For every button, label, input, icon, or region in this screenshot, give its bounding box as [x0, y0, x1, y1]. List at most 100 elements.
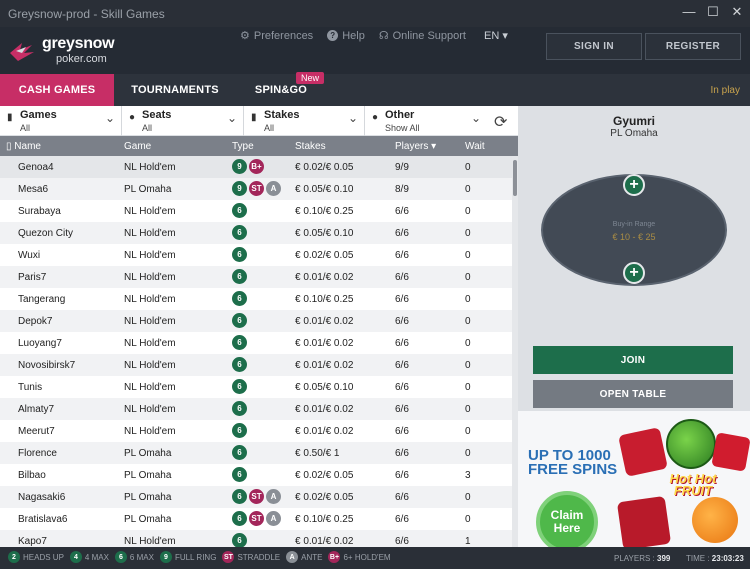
row-game: NL Hold'em: [124, 206, 176, 217]
table-row[interactable]: Kapo7 NL Hold'em 6 € 0.01/€ 0.02 6/6 1: [0, 530, 512, 547]
table-row[interactable]: Tunis NL Hold'em 6 € 0.05/€ 0.10 6/6 0: [0, 376, 512, 398]
row-wait: 0: [465, 514, 471, 525]
row-name: Meerut7: [18, 426, 55, 437]
table-row[interactable]: Mesa6 PL Omaha 9 ST A € 0.05/€ 0.10 8/9 0: [0, 178, 512, 200]
type-badge: 6: [232, 247, 247, 262]
row-players: 6/6: [395, 294, 409, 305]
maximize-icon[interactable]: ☐: [706, 4, 720, 20]
row-wait: 0: [465, 492, 471, 503]
nav-label: Preferences: [253, 29, 314, 42]
row-game: NL Hold'em: [124, 426, 176, 437]
open-table-button[interactable]: OPEN TABLE: [533, 380, 733, 408]
nav-online-support[interactable]: ☊ Online Support: [379, 29, 466, 43]
legend-item: 66 MAX: [114, 551, 154, 563]
players-label: PLAYERS :: [614, 554, 655, 563]
type-badge: ST: [249, 181, 264, 196]
empty-seat-plus-icon[interactable]: +: [623, 174, 645, 196]
row-type-badges: 6: [232, 269, 247, 284]
selected-table-name: Gyumri: [612, 114, 655, 128]
table-row[interactable]: Novosibirsk7 NL Hold'em 6 € 0.01/€ 0.02 6/6 0: [0, 354, 512, 376]
row-type-badges: 6: [232, 203, 247, 218]
row-type-badges: 6: [232, 423, 247, 438]
minimize-icon[interactable]: —: [682, 4, 696, 20]
promo-banner[interactable]: UP TO 1000 FREE SPINS Claim Here Hot Hot…: [518, 411, 750, 547]
chevron-down-icon: ⌄: [226, 111, 237, 125]
legend-badge: 4: [69, 551, 82, 563]
type-badge: A: [266, 489, 281, 504]
in-play-link[interactable]: In play: [711, 85, 740, 96]
register-button[interactable]: REGISTER: [645, 33, 741, 60]
row-wait: 0: [465, 338, 471, 349]
row-name: Tangerang: [18, 294, 66, 305]
type-badge: 9: [232, 181, 247, 196]
tab-tournaments[interactable]: TOURNAMENTS: [120, 74, 230, 106]
row-wait: 0: [465, 382, 471, 393]
row-game: NL Hold'em: [124, 316, 176, 327]
row-wait: 0: [465, 360, 471, 371]
window-titlebar: Greysnow-prod - Skill Games — ☐ ✕: [0, 0, 750, 27]
row-type-badges: 6: [232, 335, 247, 350]
row-game: NL Hold'em: [124, 272, 176, 283]
col-game-header[interactable]: Game: [124, 141, 151, 152]
col-stakes-header[interactable]: Stakes: [295, 141, 326, 152]
empty-seat-plus-icon[interactable]: +: [623, 262, 645, 284]
table-row[interactable]: Genoa4 NL Hold'em 9 B+ € 0.02/€ 0.05 9/9 0: [0, 156, 512, 178]
filter-label: Other: [385, 109, 415, 121]
filter-games[interactable]: ▮ Games All ⌄: [0, 106, 122, 136]
table-row[interactable]: Bratislava6 PL Omaha 6 ST A € 0.10/€ 0.25 6/6 0: [0, 508, 512, 530]
row-stakes: € 0.01/€ 0.02: [295, 316, 354, 327]
cherry-block-icon: [618, 427, 668, 477]
table-row[interactable]: Almaty7 NL Hold'em 6 € 0.01/€ 0.02 6/6 0: [0, 398, 512, 420]
legend-label: STRADDLE: [237, 552, 281, 562]
chips-icon: ▮: [251, 112, 257, 123]
refresh-icon[interactable]: ⟳: [494, 112, 507, 132]
row-type-badges: 6: [232, 291, 247, 306]
col-players-header[interactable]: Players ▾: [395, 141, 436, 152]
table-row[interactable]: Florence PL Omaha 6 € 0.50/€ 1 6/6 0: [0, 442, 512, 464]
row-name: Kapo7: [18, 536, 47, 547]
row-stakes: € 0.10/€ 0.25: [295, 206, 354, 217]
table-row[interactable]: Wuxi NL Hold'em 6 € 0.02/€ 0.05 6/6 0: [0, 244, 512, 266]
row-type-badges: 6: [232, 401, 247, 416]
legend-label: ANTE: [301, 552, 323, 562]
table-row[interactable]: Nagasaki6 PL Omaha 6 ST A € 0.02/€ 0.05 6/6 0: [0, 486, 512, 508]
table-row[interactable]: Depok7 NL Hold'em 6 € 0.01/€ 0.02 6/6 0: [0, 310, 512, 332]
type-badge: A: [266, 181, 281, 196]
filter-other[interactable]: ● Other Show All ⌄: [365, 106, 487, 136]
col-type-header[interactable]: Type: [232, 141, 254, 152]
language-selector[interactable]: EN ▾: [484, 29, 508, 42]
nav-help[interactable]: ? Help: [327, 29, 365, 42]
person-icon: ●: [129, 112, 136, 123]
legend-badge: 2: [8, 551, 20, 563]
scrollbar-thumb[interactable]: [513, 160, 517, 196]
row-game: PL Omaha: [124, 514, 172, 525]
tab-cash-games[interactable]: CASH GAMES: [0, 74, 114, 106]
join-button[interactable]: JOIN: [533, 346, 733, 374]
type-badge: ST: [249, 489, 264, 504]
row-game: NL Hold'em: [124, 294, 176, 305]
table-row[interactable]: Surabaya NL Hold'em 6 € 0.10/€ 0.25 6/6 0: [0, 200, 512, 222]
row-type-badges: 9 B+: [232, 159, 264, 174]
row-name: Quezon City: [18, 228, 74, 239]
row-wait: 0: [465, 316, 471, 327]
col-name-header[interactable]: ▯ Name: [6, 141, 41, 152]
col-wait-header[interactable]: Wait: [465, 141, 485, 152]
table-row[interactable]: Quezon City NL Hold'em 6 € 0.05/€ 0.10 6/6 0: [0, 222, 512, 244]
row-name: Surabaya: [18, 206, 61, 217]
sign-in-button[interactable]: SIGN IN: [546, 33, 642, 60]
filter-stakes[interactable]: ▮ Stakes All ⌄: [244, 106, 365, 136]
players-count: PLAYERS : 399: [614, 554, 670, 563]
close-icon[interactable]: ✕: [730, 4, 744, 20]
filter-seats[interactable]: ● Seats All ⌄: [122, 106, 244, 136]
row-players: 6/6: [395, 360, 409, 371]
table-row[interactable]: Tangerang NL Hold'em 6 € 0.10/€ 0.25 6/6 0: [0, 288, 512, 310]
claim-here-button[interactable]: Claim Here: [536, 491, 598, 547]
row-stakes: € 0.02/€ 0.05: [295, 250, 354, 261]
table-row[interactable]: Meerut7 NL Hold'em 6 € 0.01/€ 0.02 6/6 0: [0, 420, 512, 442]
nav-preferences[interactable]: ⚙ Preferences: [240, 29, 314, 43]
table-row[interactable]: Bilbao PL Omaha 6 € 0.02/€ 0.05 6/6 3: [0, 464, 512, 486]
table-row[interactable]: Luoyang7 NL Hold'em 6 € 0.01/€ 0.02 6/6 0: [0, 332, 512, 354]
table-row[interactable]: Paris7 NL Hold'em 6 € 0.01/€ 0.02 6/6 0: [0, 266, 512, 288]
type-badge: 6: [232, 379, 247, 394]
row-name: Mesa6: [18, 184, 49, 195]
